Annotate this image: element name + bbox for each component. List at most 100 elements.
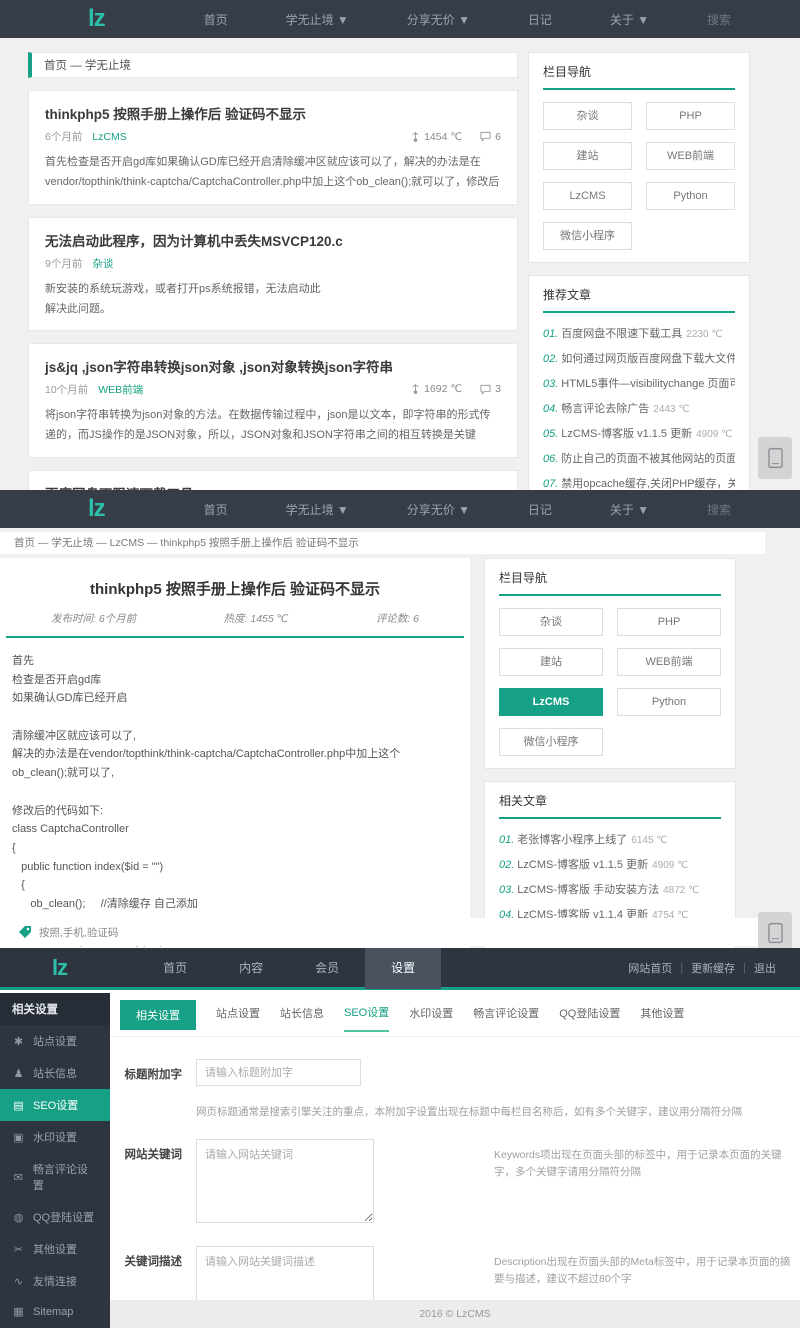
admin-nav-home[interactable]: 首页 bbox=[137, 948, 213, 989]
category-wechat-mini[interactable]: 微信小程序 bbox=[543, 222, 632, 250]
recommend-link[interactable]: 01.百度网盘不限速下载工具2230 ℃ bbox=[543, 325, 735, 341]
article-title[interactable]: 百度网盘不限速下载工具 bbox=[45, 483, 501, 490]
main-menu: 首页 学无止境 ▼ 分享无价 ▼ 日记 关于 ▼ 搜索 bbox=[175, 501, 760, 518]
article-excerpt: 新安装的系统玩游戏，或者打开ps系统报错，无法启动此 解决此问题。 bbox=[45, 279, 501, 320]
settings-tabs: 相关设置 站点设置 站长信息 SEO设置 水印设置 畅言评论设置 QQ登陆设置 … bbox=[110, 1000, 800, 1037]
category-php[interactable]: PHP bbox=[617, 608, 721, 636]
category-jianzhan[interactable]: 建站 bbox=[499, 648, 603, 676]
admin-settings-page: lz 首页 内容 会员 设置 网站首页| 更新缓存| 退出 相关设置 ✱站点设置… bbox=[0, 948, 800, 1328]
article-detail-page: lz 首页 学无止境 ▼ 分享无价 ▼ 日记 关于 ▼ 搜索 首页 — 学无止境… bbox=[0, 490, 800, 948]
related-link[interactable]: 02.LzCMS-博客版 v1.1.5 更新4909 ℃ bbox=[499, 856, 721, 872]
heat-count: 热度: 1455 ℃ bbox=[224, 611, 289, 626]
related-link[interactable]: 03.LzCMS-博客版 手动安装方法4872 ℃ bbox=[499, 881, 721, 897]
article-category-link[interactable]: 杂谈 bbox=[92, 256, 113, 271]
admin-nav-right: 网站首页| 更新缓存| 退出 bbox=[620, 960, 784, 976]
tab-seo-settings[interactable]: SEO设置 bbox=[344, 1004, 389, 1032]
article-category-link[interactable]: LzCMS bbox=[92, 131, 126, 143]
article-category-link[interactable]: WEB前端 bbox=[98, 382, 143, 397]
admin-nav-members[interactable]: 会员 bbox=[289, 948, 365, 989]
nav-item-about[interactable]: 关于 ▼ bbox=[610, 501, 649, 518]
nav-item-search[interactable]: 搜索 bbox=[707, 11, 731, 28]
related-settings-button[interactable]: 相关设置 bbox=[120, 1000, 196, 1030]
heat-icon bbox=[411, 383, 420, 395]
category-python[interactable]: Python bbox=[617, 688, 721, 716]
article-heat: 1692 ℃ bbox=[424, 383, 462, 395]
nav-item-about[interactable]: 关于 ▼ bbox=[610, 11, 649, 28]
comment-icon bbox=[480, 384, 491, 395]
article-title[interactable]: js&jq ,json字符串转换json对象 ,json对象转换json字符串 bbox=[45, 356, 501, 376]
top-navbar: lz 首页 学无止境 ▼ 分享无价 ▼ 日记 关于 ▼ 搜索 bbox=[0, 490, 800, 528]
site-logo[interactable]: lz bbox=[88, 497, 105, 521]
title-suffix-input[interactable] bbox=[196, 1059, 361, 1086]
article-content: 首先 检查是否开启gd库 如果确认GD库已经开启 清除缓冲区就应该可以了, 解决… bbox=[6, 638, 464, 948]
category-lzcms[interactable]: LzCMS bbox=[543, 182, 632, 210]
mobile-qr-button[interactable] bbox=[758, 912, 792, 948]
sidebar-item-sitemap[interactable]: ▦Sitemap bbox=[0, 1297, 110, 1326]
article-card[interactable]: 百度网盘不限速下载工具 10个月前 杂谈 2230 ℃ 2 最近老张下载百度网盘… bbox=[28, 470, 518, 490]
article-title[interactable]: 无法启动此程序，因为计算机中丢失MSVCP120.c bbox=[45, 230, 501, 250]
keywords-textarea[interactable] bbox=[196, 1139, 374, 1223]
recommend-link[interactable]: 06.防止自己的页面不被其他网站的页面的ifr...2074 ℃ bbox=[543, 450, 735, 466]
site-home-link[interactable]: 网站首页 bbox=[620, 960, 680, 976]
article-date: 6个月前 bbox=[45, 129, 82, 144]
category-python[interactable]: Python bbox=[646, 182, 735, 210]
tab-webmaster-info[interactable]: 站长信息 bbox=[280, 1005, 324, 1031]
sidebar-item-watermark[interactable]: ▣水印设置 bbox=[0, 1121, 110, 1153]
sidebar-item-seo-settings[interactable]: ▤SEO设置 bbox=[0, 1089, 110, 1121]
recommend-link[interactable]: 05.LzCMS-博客版 v1.1.5 更新4909 ℃ bbox=[543, 425, 735, 441]
blog-home-page: lz 首页 学无止境 ▼ 分享无价 ▼ 日记 关于 ▼ 搜索 首页 — 学无止境… bbox=[0, 0, 800, 490]
article-title[interactable]: thinkphp5 按照手册上操作后 验证码不显示 bbox=[45, 103, 501, 123]
seo-settings-form: 标题附加字 网页标题通常是搜索引擎关注的重点，本附加字设置出现在标题中每栏目名称… bbox=[120, 1059, 800, 1328]
admin-nav-content[interactable]: 内容 bbox=[213, 948, 289, 989]
title-suffix-hint: 网页标题通常是搜索引擎关注的重点，本附加字设置出现在标题中每栏目名称后，如有多个… bbox=[196, 1104, 800, 1119]
sidebar-item-changyan-comment[interactable]: ✉畅言评论设置 bbox=[0, 1153, 110, 1201]
nav-item-diary[interactable]: 日记 bbox=[528, 11, 552, 28]
related-link[interactable]: 01.老张博客小程序上线了6145 ℃ bbox=[499, 831, 721, 847]
tab-watermark[interactable]: 水印设置 bbox=[409, 1005, 453, 1031]
admin-main-panel: 相关设置 站点设置 站长信息 SEO设置 水印设置 畅言评论设置 QQ登陆设置 … bbox=[110, 990, 800, 1328]
sidebar-item-other-settings[interactable]: ✂其他设置 bbox=[0, 1233, 110, 1265]
recommend-link[interactable]: 02.如何通过网页版百度网盘下载大文件1530 ℃ bbox=[543, 350, 735, 366]
admin-logo[interactable]: lz bbox=[52, 957, 67, 979]
sidebar-item-site-settings[interactable]: ✱站点设置 bbox=[0, 1025, 110, 1057]
nav-item-learning[interactable]: 学无止境 ▼ bbox=[286, 11, 349, 28]
nav-item-diary[interactable]: 日记 bbox=[528, 501, 552, 518]
admin-navbar: lz 首页 内容 会员 设置 网站首页| 更新缓存| 退出 bbox=[0, 948, 800, 990]
recommend-link[interactable]: 07.禁用opcache缓存,关闭PHP缓存，关闭服...3297 ℃ bbox=[543, 475, 735, 490]
category-zatan[interactable]: 杂谈 bbox=[543, 102, 632, 130]
phone-icon bbox=[768, 447, 783, 469]
sidebar-item-qq-login[interactable]: ◍QQ登陆设置 bbox=[0, 1201, 110, 1233]
category-web[interactable]: WEB前端 bbox=[646, 142, 735, 170]
article-tags[interactable]: 按照,手机,验证码 bbox=[39, 925, 118, 940]
site-logo[interactable]: lz bbox=[88, 7, 105, 31]
admin-nav-settings[interactable]: 设置 bbox=[365, 948, 441, 989]
recommend-card: 推荐文章 01.百度网盘不限速下载工具2230 ℃ 02.如何通过网页版百度网盘… bbox=[528, 275, 750, 490]
nav-item-share[interactable]: 分享无价 ▼ bbox=[407, 11, 470, 28]
article-card[interactable]: js&jq ,json字符串转换json对象 ,json对象转换json字符串 … bbox=[28, 343, 518, 458]
category-lzcms[interactable]: LzCMS bbox=[499, 688, 603, 716]
nav-item-learning[interactable]: 学无止境 ▼ bbox=[286, 501, 349, 518]
nav-item-search[interactable]: 搜索 bbox=[707, 501, 731, 518]
article-card[interactable]: 无法启动此程序，因为计算机中丢失MSVCP120.c 9个月前 杂谈 新安装的系… bbox=[28, 217, 518, 331]
tab-changyan-comment[interactable]: 畅言评论设置 bbox=[473, 1005, 539, 1031]
category-php[interactable]: PHP bbox=[646, 102, 735, 130]
nav-item-home[interactable]: 首页 bbox=[204, 501, 228, 518]
recommend-link[interactable]: 03.HTML5事件—visibilitychange 页面可见...2136 … bbox=[543, 375, 735, 391]
nav-item-home[interactable]: 首页 bbox=[204, 11, 228, 28]
recommend-link[interactable]: 04.畅言评论去除广告2443 ℃ bbox=[543, 400, 735, 416]
sidebar-item-friend-links[interactable]: ∿友情连接 bbox=[0, 1265, 110, 1297]
category-zatan[interactable]: 杂谈 bbox=[499, 608, 603, 636]
category-web[interactable]: WEB前端 bbox=[617, 648, 721, 676]
mobile-qr-button[interactable] bbox=[758, 437, 792, 479]
heat-icon bbox=[411, 131, 420, 143]
logout-link[interactable]: 退出 bbox=[746, 960, 784, 976]
tab-site-settings[interactable]: 站点设置 bbox=[216, 1005, 260, 1031]
sidebar-item-webmaster-info[interactable]: ♟站长信息 bbox=[0, 1057, 110, 1089]
nav-item-share[interactable]: 分享无价 ▼ bbox=[407, 501, 470, 518]
article-card[interactable]: thinkphp5 按照手册上操作后 验证码不显示 6个月前 LzCMS 145… bbox=[28, 90, 518, 205]
category-wechat-mini[interactable]: 微信小程序 bbox=[499, 728, 603, 756]
tab-other-settings[interactable]: 其他设置 bbox=[640, 1005, 684, 1031]
refresh-cache-link[interactable]: 更新缓存 bbox=[683, 960, 743, 976]
category-jianzhan[interactable]: 建站 bbox=[543, 142, 632, 170]
tab-qq-login[interactable]: QQ登陆设置 bbox=[559, 1005, 620, 1031]
